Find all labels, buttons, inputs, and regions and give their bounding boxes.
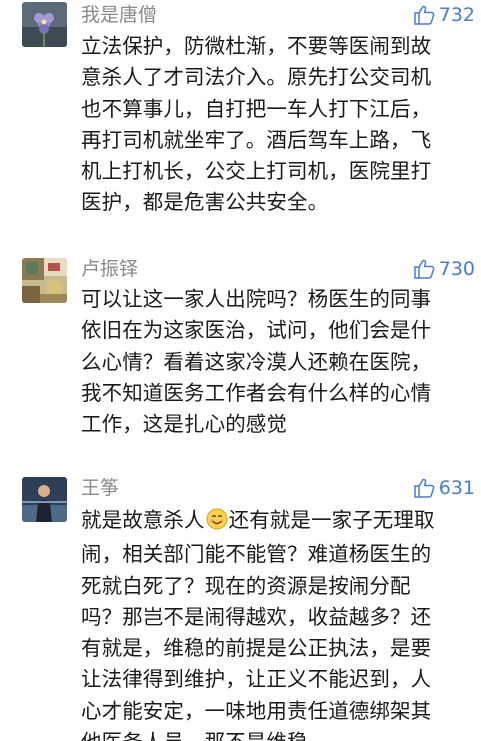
avatar[interactable] xyxy=(22,2,67,47)
like-count: 730 xyxy=(438,258,475,280)
comment-text-line: 吗？那岂不是闹得越欢，收益越多？还 xyxy=(81,604,432,629)
comment-text-line: 医护，都是危害公共安全。 xyxy=(81,190,329,215)
flower-avatar-image xyxy=(22,2,67,47)
smiling-face-emoji-icon xyxy=(206,508,228,539)
comment-text-line: 依旧在为这家医治，试问，他们会是什 xyxy=(81,318,432,343)
comment-text-line: 立法保护，防微杜渐，不要等医闹到故 xyxy=(81,34,432,58)
comment-text-line: 我不知道医务工作者会有什么样的心情 xyxy=(81,380,432,405)
comment-username[interactable]: 我是唐僧 xyxy=(81,4,157,26)
comment-text-line: 让法律得到维护，让正义不能迟到，人 xyxy=(81,667,432,692)
comment-text-line: 有就是，维稳的前提是公正执法，是要 xyxy=(81,636,432,661)
comment-text-line: 闹，相关部门能不能管？难道杨医生的 xyxy=(81,542,432,567)
comment-body: 可以让这一家人出院吗？杨医生的同事 依旧在为这家医治，试问，他们会是什 么心情？… xyxy=(81,284,473,440)
comment-text-line: 机上打机长，公交上打司机，医院里打 xyxy=(81,159,432,184)
comment-body: 就是故意杀人 还有就是一家子无理取 闹，相关部门能不能管？难道杨医生的 死就白死… xyxy=(81,505,473,741)
comment-text-line: 工作，这是扎心的感觉 xyxy=(81,412,287,437)
person-avatar-image xyxy=(22,477,67,522)
thumbs-up-icon xyxy=(413,5,435,25)
like-count: 631 xyxy=(438,477,475,499)
painting-avatar-image xyxy=(22,258,67,303)
comment-item: 王筝 631 就是故意杀人 还有就是一家子无理取 闹，相关部门能不能管？难道杨医… xyxy=(0,473,481,741)
comment-username[interactable]: 卢振铎 xyxy=(81,258,138,280)
comment-text-line: 也不算事儿，自打把一车人打下江后， xyxy=(81,96,432,121)
thumbs-up-icon xyxy=(413,478,435,498)
comment-list: 我是唐僧 732 立法保护，防微杜渐，不要等医闹到故 意杀人了才司法介入。原先打… xyxy=(0,0,481,741)
comment-text-line: 么心情？看着这家冷漠人还赖在医院， xyxy=(81,349,432,374)
comment-item: 卢振铎 730 可以让这一家人出院吗？杨医生的同事 依旧在为这家医治，试问，他们… xyxy=(0,252,481,462)
like-button[interactable]: 732 xyxy=(413,4,475,26)
avatar[interactable] xyxy=(22,477,67,522)
comment-item: 我是唐僧 732 立法保护，防微杜渐，不要等医闹到故 意杀人了才司法介入。原先打… xyxy=(0,0,481,240)
like-count: 732 xyxy=(438,4,475,26)
comment-text-segment: 就是故意杀人 xyxy=(81,508,205,532)
thumbs-up-icon xyxy=(413,259,435,279)
comment-text-line: 死就白死了？现在的资源是按闹分配 xyxy=(81,573,411,598)
comment-text-line: 可以让这一家人出院吗？杨医生的同事 xyxy=(81,287,432,311)
comment-text-line: 就是故意杀人 还有就是一家子无理取 xyxy=(81,505,473,539)
comment-username[interactable]: 王筝 xyxy=(81,477,119,499)
comment-text-line: 心才能安定，一味地用责任道德绑架其 xyxy=(81,698,432,723)
comment-text-line: 意杀人了才司法介入。原先打公交司机 xyxy=(81,65,432,90)
comment-text-segment: 还有就是一家子无理取 xyxy=(228,508,435,532)
like-button[interactable]: 730 xyxy=(413,258,475,280)
comment-text-line: 他医务人员，那不是维稳 xyxy=(81,727,473,741)
comment-body: 立法保护，防微杜渐，不要等医闹到故 意杀人了才司法介入。原先打公交司机 也不算事… xyxy=(81,31,473,219)
avatar[interactable] xyxy=(22,258,67,303)
like-button[interactable]: 631 xyxy=(413,477,475,499)
comment-text-line: 再打司机就坐牢了。酒后驾车上路，飞 xyxy=(81,127,432,152)
